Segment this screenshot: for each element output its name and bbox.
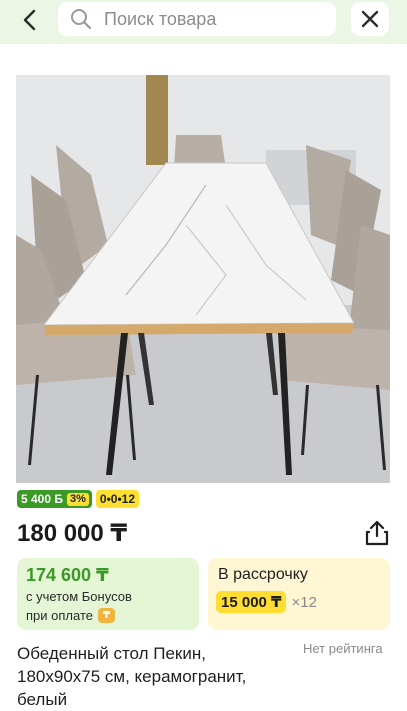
share-button[interactable] — [364, 519, 390, 547]
product-photo[interactable] — [16, 75, 390, 483]
close-button[interactable] — [351, 2, 389, 36]
bonus-note: с учетом Бонусов — [26, 589, 132, 604]
product-price: 180 000 ₸ — [17, 520, 128, 547]
bonus-badge-amount: 5 400 Б — [21, 492, 63, 506]
bonus-badge: 5 400 Б 3% — [17, 490, 92, 508]
close-icon — [361, 10, 379, 28]
installment-card[interactable]: В рассрочку 15 000 ₸ ×12 — [208, 558, 390, 630]
bonus-price: 174 600 ₸ — [26, 565, 109, 585]
bonus-payment-note: при оплате ₸ — [26, 608, 115, 623]
product-title: Обеденный стол Пекин, 180x90x75 см, кера… — [17, 642, 299, 711]
bonus-badge-percent: 3% — [67, 492, 89, 506]
product-title-line: 180x90x75 см, керамогранит, — [17, 667, 247, 686]
bonus-price-card[interactable]: 174 600 ₸ с учетом Бонусов при оплате ₸ — [17, 558, 199, 630]
chevron-left-icon — [23, 9, 36, 31]
product-badges: 5 400 Б 3% 0•0•12 — [17, 490, 140, 508]
product-title-line: Обеденный стол Пекин, — [17, 644, 206, 663]
installment-monthly: 15 000 ₸ — [216, 591, 287, 613]
product-rating[interactable]: Нет рейтинга — [303, 641, 383, 656]
installment-badge: 0•0•12 — [95, 490, 140, 508]
installment-row: 15 000 ₸ ×12 — [216, 591, 317, 613]
product-photo-illustration — [16, 75, 390, 483]
installment-term: ×12 — [291, 593, 317, 611]
top-bar — [0, 0, 407, 44]
installment-title: В рассрочку — [218, 566, 308, 583]
search-box[interactable] — [58, 2, 336, 36]
bonus-payment-label: при оплате — [26, 608, 93, 623]
bonus-coin-icon: ₸ — [97, 608, 115, 623]
search-input[interactable] — [102, 7, 326, 31]
search-icon — [70, 8, 92, 30]
back-button[interactable] — [14, 6, 46, 34]
share-icon — [365, 520, 389, 546]
